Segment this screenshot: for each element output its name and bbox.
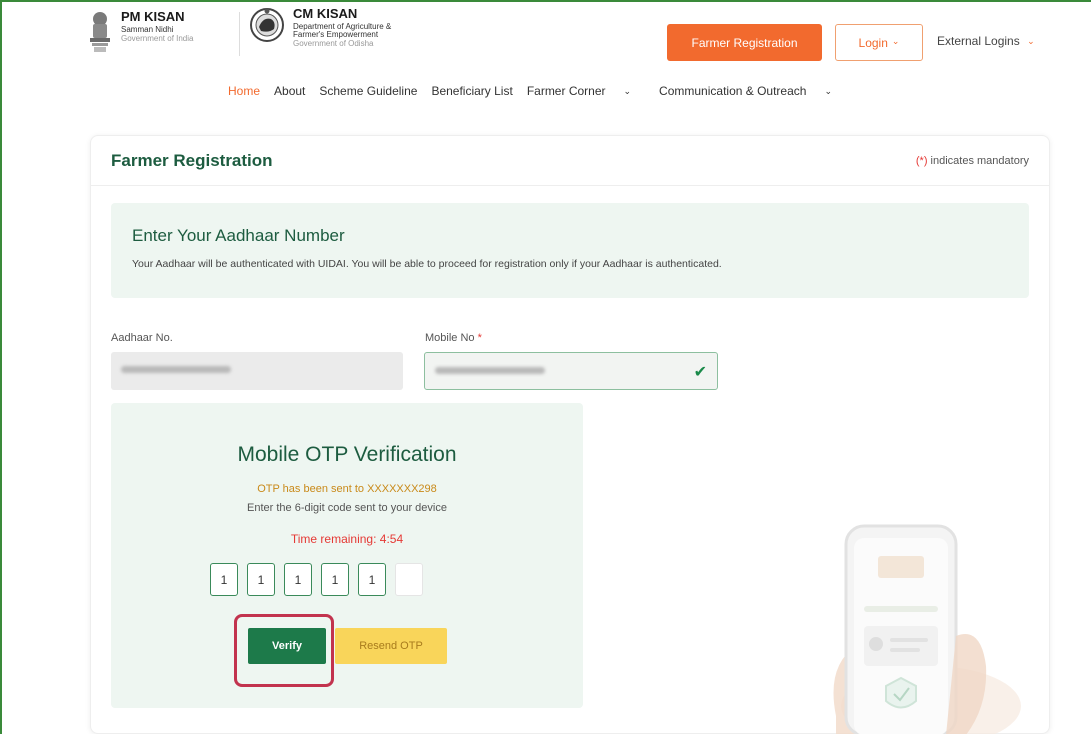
mobile-label: Mobile No * xyxy=(425,332,482,344)
cm-kisan-logo[interactable]: CM KISAN Department of Agriculture & Far… xyxy=(249,7,413,49)
otp-digit-6[interactable] xyxy=(395,563,423,596)
cm-kisan-subtitle: Department of Agriculture & Farmer's Emp… xyxy=(293,21,392,40)
masked-value xyxy=(121,366,231,373)
chevron-down-icon: ⌄ xyxy=(623,86,632,96)
login-label: Login xyxy=(858,35,888,50)
check-icon: ✔ xyxy=(693,364,707,381)
nav-item-label: Farmer Corner xyxy=(526,84,606,98)
resend-otp-button[interactable]: Resend OTP xyxy=(335,628,447,664)
otp-digit-5[interactable]: 1 xyxy=(358,563,386,596)
registration-card: Farmer Registration (*) indicates mandat… xyxy=(90,135,1050,734)
mandatory-marker: (*) xyxy=(915,155,928,167)
pm-kisan-logo[interactable]: PM KISAN Samman Nidhi Government of Indi… xyxy=(87,10,193,54)
page-title: Farmer Registration xyxy=(111,151,273,170)
phone-illustration xyxy=(816,516,1046,734)
verify-button[interactable]: Verify xyxy=(248,628,326,664)
cm-kisan-title: CM KISAN xyxy=(293,6,358,21)
chevron-down-icon: ⌄ xyxy=(824,86,832,96)
mobile-input[interactable]: ✔ xyxy=(424,352,718,390)
nav-item-label: Communication & Outreach xyxy=(659,84,807,98)
external-logins-dropdown[interactable]: External Logins ⌄ xyxy=(937,34,1035,48)
nav-item-about[interactable]: About xyxy=(274,84,305,98)
cm-kisan-org: Government of Odisha xyxy=(293,39,374,49)
otp-digit-inputs: 1 1 1 1 1 xyxy=(210,563,432,596)
logo-divider xyxy=(239,12,240,56)
otp-timer: Time remaining: 4:54 xyxy=(290,532,404,546)
required-marker: * xyxy=(477,332,482,344)
pm-kisan-org: Government of India xyxy=(121,34,194,44)
odisha-seal-icon xyxy=(249,7,285,43)
aadhaar-description: Your Aadhaar will be authenticated with … xyxy=(132,258,722,270)
farmer-registration-button[interactable]: Farmer Registration xyxy=(667,24,822,61)
mandatory-note: (*) indicates mandatory xyxy=(916,155,1029,167)
aadhaar-label: Aadhaar No. xyxy=(111,332,173,344)
pm-kisan-title: PM KISAN xyxy=(121,9,185,24)
aadhaar-input[interactable] xyxy=(111,352,403,390)
nav-item-home[interactable]: Home xyxy=(228,84,260,98)
otp-sent-message: OTP has been sent to XXXXXXX298 xyxy=(257,483,437,495)
pm-kisan-subtitle: Samman Nidhi xyxy=(121,24,174,34)
external-logins-label: External Logins xyxy=(937,34,1020,48)
otp-digit-2[interactable]: 1 xyxy=(247,563,275,596)
nav-item-communication-outreach[interactable]: Communication & Outreach ⌄ xyxy=(659,84,846,98)
otp-instruction: Enter the 6-digit code sent to your devi… xyxy=(247,502,447,514)
otp-title: Mobile OTP Verification xyxy=(237,443,457,466)
site-header: PM KISAN Samman Nidhi Government of Indi… xyxy=(2,2,1089,80)
card-divider xyxy=(91,185,1049,186)
login-dropdown-button[interactable]: Login ⌄ xyxy=(835,24,923,61)
otp-digit-3[interactable]: 1 xyxy=(284,563,312,596)
chevron-down-icon: ⌄ xyxy=(891,36,900,46)
aadhaar-info-box: Enter Your Aadhaar Number Your Aadhaar w… xyxy=(111,203,1029,298)
otp-digit-1[interactable]: 1 xyxy=(210,563,238,596)
otp-digit-4[interactable]: 1 xyxy=(321,563,349,596)
aadhaar-heading: Enter Your Aadhaar Number xyxy=(132,226,345,245)
chevron-down-icon: ⌄ xyxy=(1027,36,1035,46)
masked-value xyxy=(435,367,545,374)
mandatory-text: indicates mandatory xyxy=(930,155,1029,167)
otp-verification-panel: Mobile OTP Verification OTP has been sen… xyxy=(111,403,583,708)
nav-item-beneficiary-list[interactable]: Beneficiary List xyxy=(431,84,512,98)
main-nav: Home About Scheme Guideline Beneficiary … xyxy=(228,84,860,98)
national-emblem-icon xyxy=(87,10,113,54)
nav-item-scheme-guideline[interactable]: Scheme Guideline xyxy=(319,84,417,98)
nav-item-farmer-corner[interactable]: Farmer Corner ⌄ xyxy=(527,84,645,98)
mobile-label-text: Mobile No xyxy=(425,332,475,344)
